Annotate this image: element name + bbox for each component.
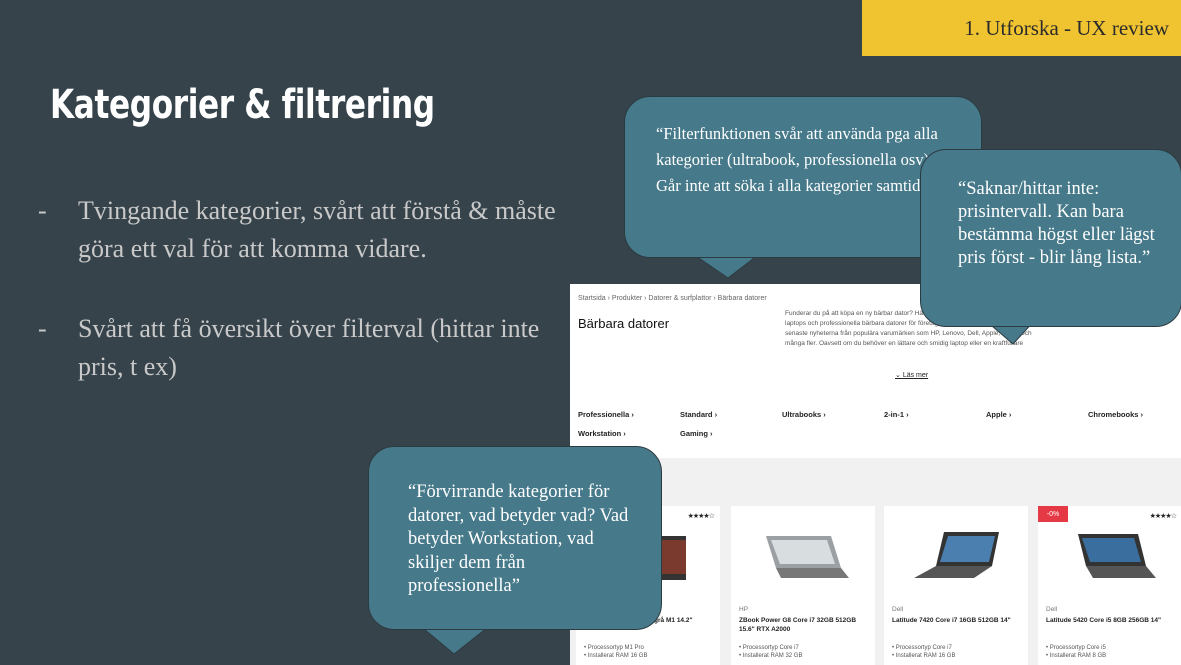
bullet-text: Svårt att få översikt över filterval (hi… xyxy=(78,314,540,381)
product-card[interactable]: -0% ★★★★☆ Dell Latitude 5420 Core i5 8GB… xyxy=(1038,506,1181,665)
bullet-marker: - xyxy=(38,314,47,343)
laptop-image xyxy=(766,536,849,578)
rating-stars: ★★★★☆ xyxy=(1149,513,1177,520)
product-brand: Dell xyxy=(1046,606,1058,613)
product-name: ZBook Power G8 Core i7 32GB 512GB 15.6" … xyxy=(739,617,857,633)
section-tag: 1. Utforska - UX review xyxy=(862,0,1181,56)
category-gaming[interactable]: Gaming › xyxy=(680,429,713,438)
quote-bubble-categories: “Förvirrande kategorier för datorer, vad… xyxy=(368,446,662,630)
product-name: Latitude 5420 Core i5 8GB 256GB 14" xyxy=(1046,617,1162,624)
product-brand: HP xyxy=(739,606,749,613)
product-card[interactable]: HP ZBook Power G8 Core i7 32GB 512GB 15.… xyxy=(731,506,875,665)
category-chromebooks[interactable]: Chromebooks › xyxy=(1088,410,1143,419)
bullet-marker: - xyxy=(38,196,47,225)
bullet-list: - Tvingande kategorier, svårt att förstå… xyxy=(38,192,558,428)
product-name: Latitude 7420 Core i7 16GB 512GB 14" xyxy=(892,617,1011,624)
laptop-image xyxy=(1078,534,1156,578)
laptop-image xyxy=(914,532,999,578)
product-card[interactable]: Dell Latitude 7420 Core i7 16GB 512GB 14… xyxy=(884,506,1028,665)
category-standard[interactable]: Standard › xyxy=(680,410,717,419)
rating-stars: ★★★★☆ xyxy=(687,513,715,520)
product-specs: • Processortyp Core i5 • Installerat RAM… xyxy=(1046,645,1107,659)
category-apple[interactable]: Apple › xyxy=(986,410,1011,419)
quote-bubble-price: “Saknar/hittar inte: prisintervall. Kan … xyxy=(920,149,1181,327)
category-ultrabooks[interactable]: Ultrabooks › xyxy=(782,410,826,419)
product-specs: • Processortyp M1 Pro • Installerat RAM … xyxy=(584,645,648,659)
slide-title: Kategorier & filtrering xyxy=(50,82,435,128)
bullet-item: - Svårt att få översikt över filterval (… xyxy=(38,310,558,386)
category-workstation[interactable]: Workstation › xyxy=(578,429,626,438)
category-professionella[interactable]: Professionella › xyxy=(578,410,634,419)
chevron-down-icon: ⌄ xyxy=(895,372,903,379)
product-brand: Dell xyxy=(892,606,904,613)
page-title: Bärbara datorer xyxy=(578,316,670,331)
read-more-link[interactable]: ⌄ Läs mer xyxy=(895,371,928,379)
product-specs: • Processortyp Core i7 • Installerat RAM… xyxy=(892,645,956,659)
bullet-text: Tvingande kategorier, svårt att förstå &… xyxy=(78,196,556,263)
product-specs: • Processortyp Core i7 • Installerat RAM… xyxy=(739,645,803,659)
breadcrumb[interactable]: Startsida › Produkter › Datorer & surfpl… xyxy=(578,295,767,302)
category-2-in-1[interactable]: 2-in-1 › xyxy=(884,410,909,419)
discount-badge: -0% xyxy=(1038,506,1068,522)
bullet-item: - Tvingande kategorier, svårt att förstå… xyxy=(38,192,558,268)
